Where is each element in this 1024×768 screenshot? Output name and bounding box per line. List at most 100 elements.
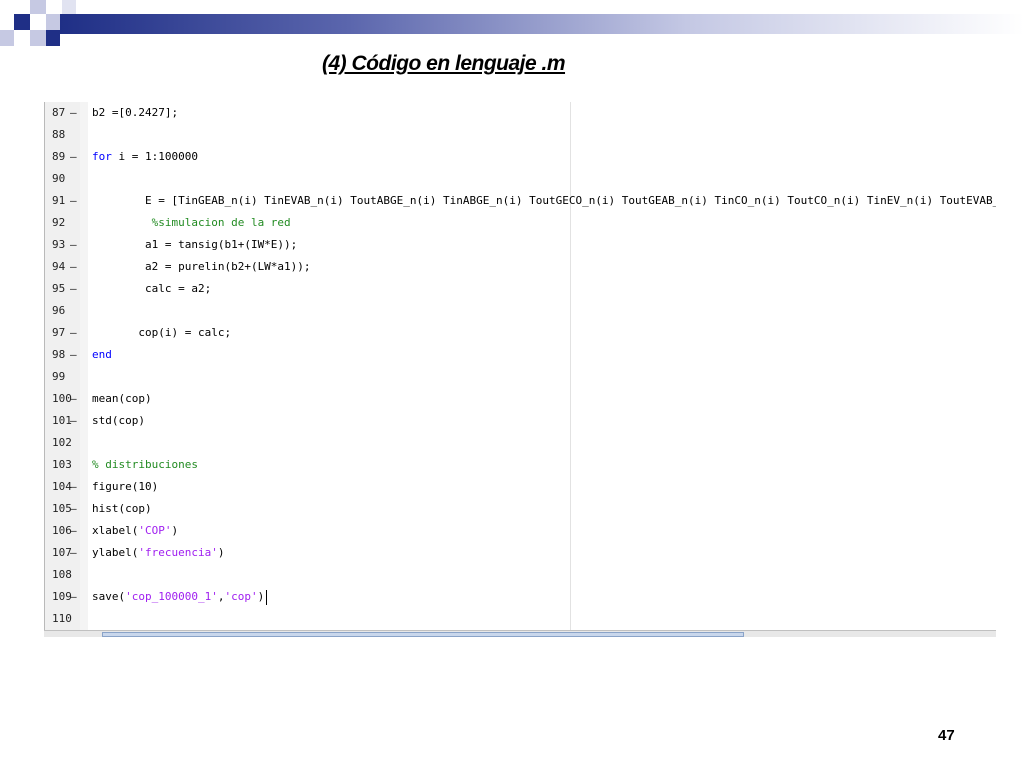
- code-line[interactable]: 93– a1 = tansig(b1+(IW*E));: [44, 234, 996, 256]
- code-line[interactable]: 90: [44, 168, 996, 190]
- scrollbar-thumb[interactable]: [102, 632, 744, 637]
- code-text: xlabel('COP'): [92, 520, 178, 542]
- line-number: 92: [52, 216, 66, 229]
- code-line[interactable]: 92 %simulacion de la red: [44, 212, 996, 234]
- executable-line-marker[interactable]: –: [70, 476, 77, 498]
- code-line[interactable]: 95– calc = a2;: [44, 278, 996, 300]
- executable-line-marker[interactable]: –: [70, 146, 77, 168]
- code-line[interactable]: 102: [44, 432, 996, 454]
- page-number: 47: [938, 727, 955, 744]
- text-cursor: [266, 589, 268, 605]
- code-line[interactable]: 91– E = [TinGEAB_n(i) TinEVAB_n(i) ToutA…: [44, 190, 996, 212]
- code-token: E = [TinGEAB_n(i) TinEVAB_n(i) ToutABGE_…: [92, 194, 996, 207]
- code-text: mean(cop): [92, 388, 152, 410]
- line-number: 99: [52, 370, 66, 383]
- line-number: 88: [52, 128, 66, 141]
- code-token: save(: [92, 590, 126, 603]
- executable-line-marker[interactable]: –: [70, 322, 77, 344]
- code-text: std(cop): [92, 410, 145, 432]
- code-text: %simulacion de la red: [92, 212, 291, 234]
- code-token: figure(10): [92, 480, 159, 493]
- slide-title: (4) Código en lenguaje .m: [322, 52, 566, 75]
- executable-line-marker[interactable]: –: [70, 256, 77, 278]
- code-token: ): [257, 590, 265, 603]
- code-line[interactable]: 87– b2 =[0.2427];: [44, 102, 996, 124]
- code-text: b2 =[0.2427];: [92, 102, 178, 124]
- line-number: 110: [52, 612, 72, 625]
- code-token: hist(cop): [92, 502, 152, 515]
- code-line[interactable]: 107– ylabel('frecuencia'): [44, 542, 996, 564]
- code-text: for i = 1:100000: [92, 146, 198, 168]
- decorative-square: [30, 0, 46, 14]
- line-number: 102: [52, 436, 72, 449]
- code-text: end: [92, 344, 112, 366]
- executable-line-marker[interactable]: –: [70, 542, 77, 564]
- executable-line-marker[interactable]: –: [70, 388, 77, 410]
- code-line[interactable]: 88: [44, 124, 996, 146]
- code-token: ylabel(: [92, 546, 139, 559]
- code-token: a1 = tansig(b1+(IW*E));: [92, 238, 298, 251]
- code-line[interactable]: 109– save('cop_100000_1','cop'): [44, 586, 996, 608]
- code-token: ): [217, 546, 225, 559]
- code-token: i = 1:100000: [111, 150, 198, 163]
- code-line[interactable]: 104– figure(10): [44, 476, 996, 498]
- code-line[interactable]: 103 % distribuciones: [44, 454, 996, 476]
- executable-line-marker[interactable]: –: [70, 344, 77, 366]
- code-line[interactable]: 97– cop(i) = calc;: [44, 322, 996, 344]
- string-literal: 'cop': [224, 590, 258, 603]
- code-line[interactable]: 99: [44, 366, 996, 388]
- executable-line-marker[interactable]: –: [70, 234, 77, 256]
- code-line[interactable]: 106– xlabel('COP'): [44, 520, 996, 542]
- code-token: mean(cop): [92, 392, 152, 405]
- keyword: for: [92, 150, 112, 163]
- code-text: ylabel('frecuencia'): [92, 542, 224, 564]
- code-line[interactable]: 94– a2 = purelin(b2+(LW*a1));: [44, 256, 996, 278]
- executable-line-marker[interactable]: –: [70, 410, 77, 432]
- code-editor[interactable]: 87– b2 =[0.2427]; 88 89– for i = 1:100000 90 9…: [44, 102, 996, 634]
- string-literal: 'cop_100000_1': [125, 590, 218, 603]
- code-text: a1 = tansig(b1+(IW*E));: [92, 234, 297, 256]
- executable-line-marker[interactable]: –: [70, 102, 77, 124]
- executable-line-marker[interactable]: –: [70, 278, 77, 300]
- code-token: b2 =[0.2427];: [92, 106, 179, 119]
- line-number: 90: [52, 172, 66, 185]
- code-token: a2 = purelin(b2+(LW*a1));: [92, 260, 311, 273]
- code-text: calc = a2;: [92, 278, 211, 300]
- code-token: xlabel(: [92, 524, 139, 537]
- code-line[interactable]: 89– for i = 1:100000: [44, 146, 996, 168]
- keyword: end: [92, 348, 112, 361]
- code-line[interactable]: 101– std(cop): [44, 410, 996, 432]
- code-text: figure(10): [92, 476, 158, 498]
- code-token: std(cop): [92, 414, 145, 427]
- string-literal: 'COP': [138, 524, 172, 537]
- string-literal: 'frecuencia': [138, 546, 218, 559]
- decorative-square: [30, 30, 46, 46]
- code-line[interactable]: 96: [44, 300, 996, 322]
- code-text: a2 = purelin(b2+(LW*a1));: [92, 256, 311, 278]
- executable-line-marker[interactable]: –: [70, 586, 77, 608]
- code-text: save('cop_100000_1','cop'): [92, 586, 268, 608]
- executable-line-marker[interactable]: –: [70, 520, 77, 542]
- comment: % distribuciones: [92, 458, 198, 471]
- code-line[interactable]: 110: [44, 608, 996, 630]
- executable-line-marker[interactable]: –: [70, 190, 77, 212]
- decorative-square: [46, 14, 60, 30]
- code-text: % distribuciones: [92, 454, 198, 476]
- code-text: hist(cop): [92, 498, 152, 520]
- code-text: cop(i) = calc;: [92, 322, 231, 344]
- decorative-square: [0, 30, 14, 46]
- line-number: 108: [52, 568, 72, 581]
- code-line[interactable]: 108: [44, 564, 996, 586]
- code-line[interactable]: 105– hist(cop): [44, 498, 996, 520]
- decorative-square: [62, 0, 76, 14]
- line-number: 103: [52, 458, 72, 471]
- executable-line-marker[interactable]: –: [70, 498, 77, 520]
- decorative-square: [14, 14, 30, 30]
- code-line[interactable]: 98– end: [44, 344, 996, 366]
- code-token: ): [171, 524, 179, 537]
- code-text: E = [TinGEAB_n(i) TinEVAB_n(i) ToutABGE_…: [92, 190, 996, 212]
- code-line[interactable]: 100– mean(cop): [44, 388, 996, 410]
- code-token: calc = a2;: [92, 282, 212, 295]
- horizontal-scrollbar[interactable]: [44, 630, 996, 637]
- code-token: cop(i) = calc;: [92, 326, 232, 339]
